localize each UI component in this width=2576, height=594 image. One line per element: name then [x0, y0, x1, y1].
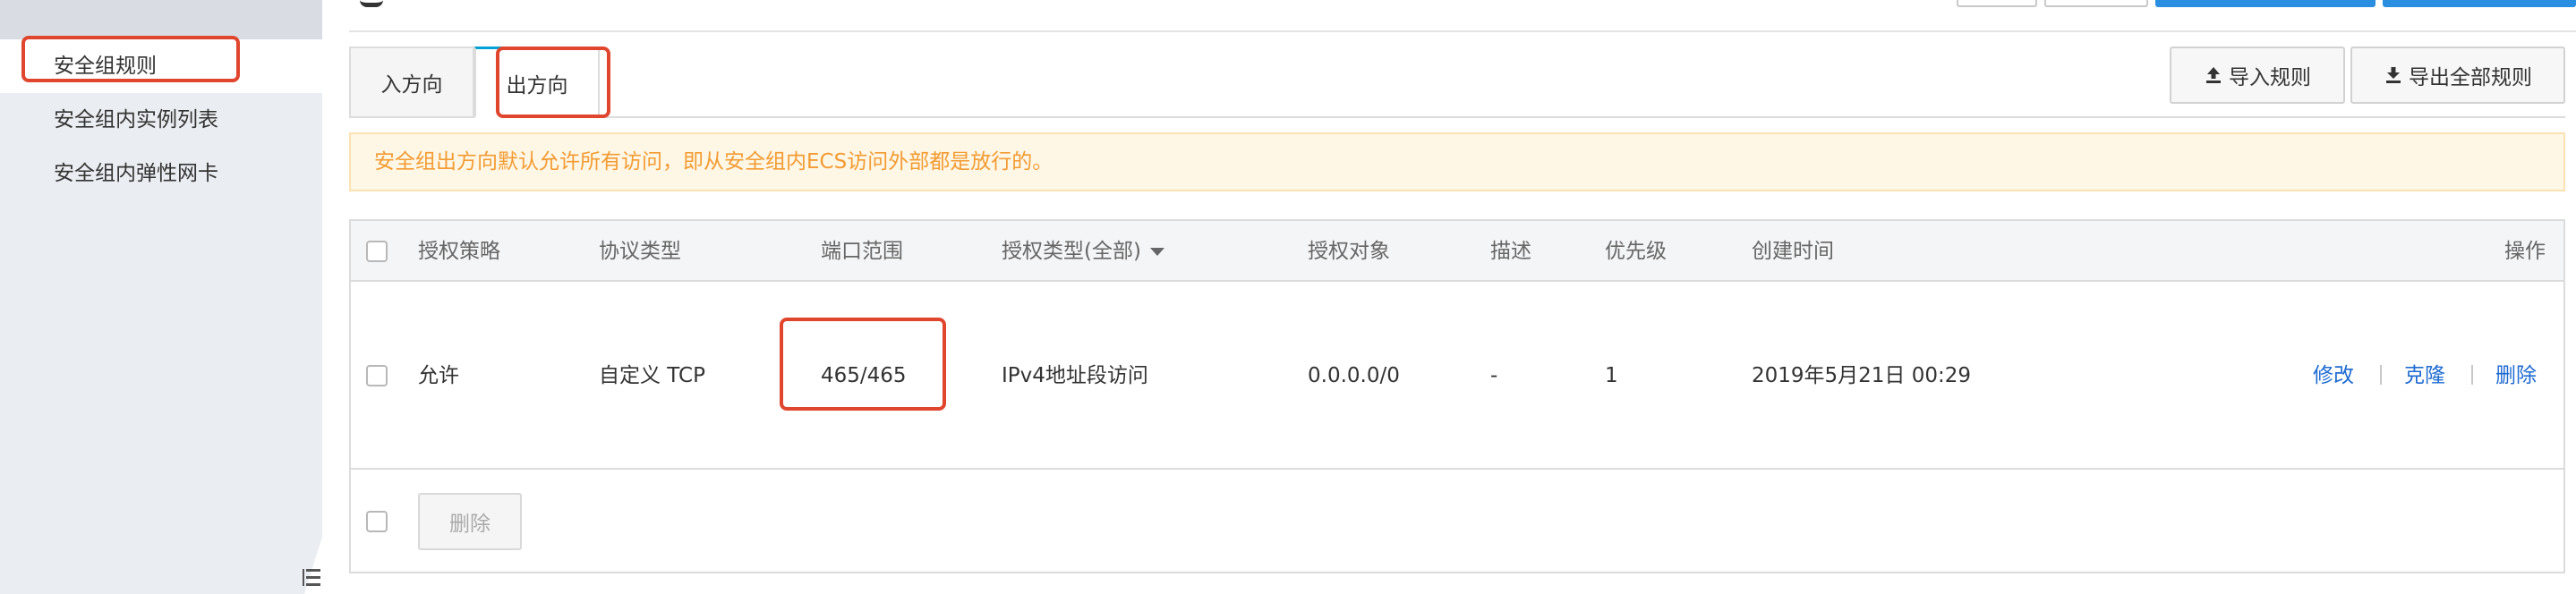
- upload-icon: [2206, 67, 2221, 83]
- cell-auth-type: IPv4地址段访问: [1002, 364, 1148, 387]
- cell-auth-target: 0.0.0.0/0: [1308, 364, 1400, 387]
- page-title-glyph: [360, 0, 383, 7]
- batch-delete-label: 删除: [449, 513, 490, 536]
- top-action-button[interactable]: [1957, 0, 2037, 7]
- col-auth-type-filter[interactable]: 授权类型(全部): [1002, 221, 1164, 282]
- action-separator: [2471, 365, 2473, 385]
- col-created-time: 创建时间: [1752, 240, 1834, 263]
- table-footer: [351, 471, 2563, 572]
- table-header: 授权策略 协议类型 端口范围 授权类型(全部) 授权对象 描述 优先级 创建时间…: [351, 221, 2563, 282]
- cell-priority: 1: [1605, 364, 1618, 387]
- clone-rule-link[interactable]: 克隆: [2404, 282, 2445, 470]
- col-policy: 授权策略: [418, 240, 500, 263]
- sidebar-item-label: 安全组内实例列表: [54, 108, 218, 132]
- col-actions: 操作: [2504, 240, 2546, 263]
- outbound-default-notice: 安全组出方向默认允许所有访问，即从安全组内ECS访问外部都是放行的。: [349, 132, 2565, 191]
- import-rules-label: 导入规则: [2229, 66, 2311, 89]
- export-all-rules-button[interactable]: 导出全部规则: [2350, 47, 2565, 104]
- notice-text: 安全组出方向默认允许所有访问，即从安全组内ECS访问外部都是放行的。: [374, 150, 1053, 174]
- rules-table: 授权策略 协议类型 端口范围 授权类型(全部) 授权对象 描述 优先级 创建时间…: [349, 219, 2565, 573]
- batch-delete-button[interactable]: 删除: [418, 493, 522, 550]
- export-all-rules-label: 导出全部规则: [2409, 66, 2532, 89]
- top-primary-button[interactable]: [2155, 0, 2376, 7]
- tabs-baseline: [349, 116, 2565, 118]
- sidebar-item-elastic-nic[interactable]: 安全组内弹性网卡: [0, 147, 322, 200]
- tab-label: 出方向: [506, 73, 568, 98]
- sidebar-item-label: 安全组内弹性网卡: [54, 162, 218, 185]
- select-all-checkbox[interactable]: [366, 241, 388, 262]
- row-checkbox[interactable]: [366, 365, 388, 386]
- col-auth-type-label: 授权类型(全部): [1002, 240, 1141, 263]
- cell-port-range: 465/465: [821, 364, 907, 387]
- download-icon: [2386, 67, 2401, 83]
- import-rules-button[interactable]: 导入规则: [2170, 47, 2345, 104]
- action-separator: [2380, 365, 2382, 385]
- tab-label: 入方向: [380, 73, 443, 97]
- header-divider: [349, 30, 2576, 32]
- delete-rule-link[interactable]: 删除: [2495, 282, 2537, 470]
- col-port-range: 端口范围: [821, 240, 903, 263]
- top-primary-button[interactable]: [2383, 0, 2576, 7]
- tab-outbound[interactable]: 出方向: [474, 47, 600, 118]
- top-action-button[interactable]: [2044, 0, 2148, 7]
- table-row: 允许 自定义 TCP 465/465 IPv4地址段访问 0.0.0.0/0 -…: [351, 282, 2563, 470]
- edit-rule-link[interactable]: 修改: [2313, 282, 2354, 470]
- cell-description: -: [1490, 364, 1498, 387]
- cell-protocol: 自定义 TCP: [599, 364, 705, 387]
- col-protocol: 协议类型: [599, 240, 681, 263]
- tab-inbound[interactable]: 入方向: [349, 47, 474, 118]
- sidebar-top-strip: [0, 0, 322, 39]
- cell-created-time: 2019年5月21日 00:29: [1752, 364, 1972, 387]
- caret-down-icon: [1149, 248, 1164, 256]
- col-description: 描述: [1490, 240, 1531, 263]
- sidebar-item-security-group-rules[interactable]: 安全组规则: [0, 39, 322, 93]
- sidebar: 安全组规则 安全组内实例列表 安全组内弹性网卡: [0, 0, 322, 594]
- collapse-sidebar-icon[interactable]: [301, 560, 322, 594]
- cell-policy: 允许: [418, 364, 459, 387]
- col-auth-target: 授权对象: [1308, 240, 1390, 263]
- sidebar-item-label: 安全组规则: [54, 55, 157, 78]
- sidebar-item-instance-list[interactable]: 安全组内实例列表: [0, 93, 322, 147]
- footer-select-checkbox[interactable]: [366, 511, 388, 532]
- col-priority: 优先级: [1605, 240, 1667, 263]
